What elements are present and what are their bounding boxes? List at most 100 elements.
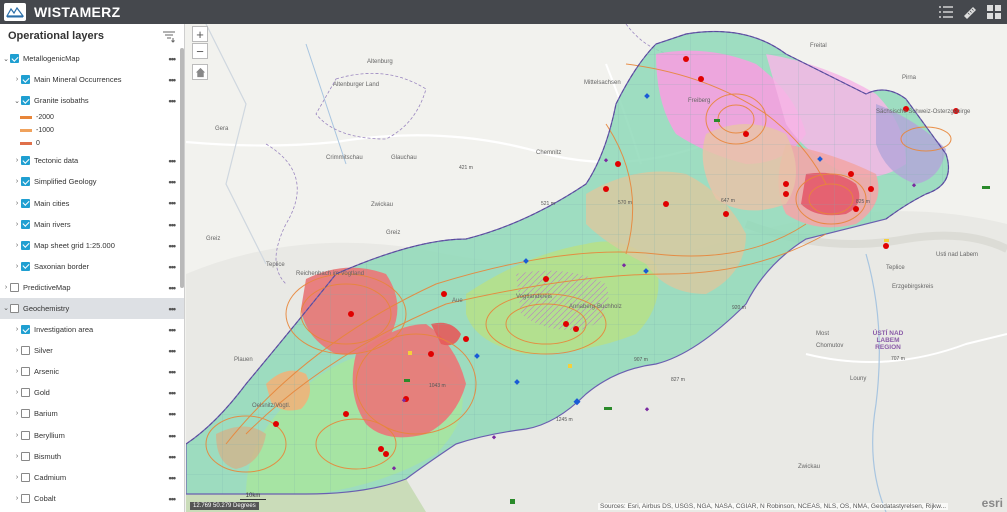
layer-options-icon[interactable]: ••• — [169, 473, 177, 483]
layer-row[interactable]: › Map sheet grid 1:25.000 ••• — [0, 235, 184, 256]
layer-options-icon[interactable]: ••• — [169, 452, 177, 462]
layer-options-icon[interactable]: ••• — [169, 262, 177, 272]
panel-scrollbar[interactable] — [180, 48, 184, 288]
layer-visibility-checkbox[interactable] — [10, 303, 19, 313]
layer-visibility-checkbox[interactable] — [21, 240, 30, 250]
layer-options-icon[interactable]: ••• — [169, 409, 177, 419]
chevron-right-icon[interactable]: › — [13, 368, 21, 375]
layer-row[interactable]: › Bismuth ••• — [0, 446, 184, 467]
layer-options-icon[interactable]: ••• — [169, 177, 177, 187]
chevron-right-icon[interactable]: › — [13, 432, 21, 439]
layer-options-icon[interactable]: ••• — [169, 75, 177, 85]
chevron-right-icon[interactable]: › — [13, 200, 21, 207]
layer-visibility-checkbox[interactable] — [21, 346, 30, 356]
chevron-right-icon[interactable]: › — [13, 221, 21, 228]
chevron-right-icon[interactable]: › — [13, 178, 21, 185]
layer-visibility-checkbox[interactable] — [21, 261, 30, 271]
chevron-right-icon[interactable]: › — [13, 263, 21, 270]
chevron-down-icon[interactable]: ⌄ — [2, 304, 10, 312]
layer-row[interactable]: › Investigation area ••• — [0, 319, 184, 340]
layer-row[interactable]: › Gold ••• — [0, 382, 184, 403]
layer-label: Gold — [34, 388, 50, 398]
layer-options-icon[interactable]: ••• — [169, 431, 177, 441]
layer-options-icon[interactable]: ••• — [169, 494, 177, 504]
chevron-right-icon[interactable]: › — [13, 157, 21, 164]
layer-visibility-checkbox[interactable] — [21, 430, 30, 440]
chevron-right-icon[interactable]: › — [13, 495, 21, 502]
layer-row[interactable]: ⌄ Geochemistry ••• — [0, 297, 184, 320]
chevron-right-icon[interactable]: › — [13, 326, 21, 333]
layer-visibility-checkbox[interactable] — [21, 156, 30, 166]
elevation-label: 707 m — [891, 356, 905, 362]
place-label: Reichenbach im Vogtland — [296, 271, 365, 277]
layer-visibility-checkbox[interactable] — [21, 96, 30, 106]
filter-icon[interactable] — [162, 29, 176, 43]
layer-visibility-checkbox[interactable] — [10, 282, 19, 292]
layer-row[interactable]: › Main cities ••• — [0, 192, 184, 213]
home-button[interactable] — [192, 64, 208, 80]
layer-visibility-checkbox[interactable] — [21, 325, 30, 335]
layer-visibility-checkbox[interactable] — [21, 493, 30, 503]
chevron-right-icon[interactable]: › — [13, 389, 21, 396]
chevron-down-icon[interactable]: ⌄ — [13, 97, 21, 105]
layer-row[interactable]: › Cadmium ••• — [0, 467, 184, 488]
elevation-label: 825 m — [856, 199, 870, 205]
layer-label: Simplified Geology — [34, 177, 97, 187]
layer-options-icon[interactable]: ••• — [169, 367, 177, 377]
layer-label: Cobalt — [34, 493, 56, 503]
layer-row[interactable]: › Beryllium ••• — [0, 425, 184, 446]
place-label: Usti nad Labem — [936, 252, 979, 258]
layer-row[interactable]: › Tectonic data ••• — [0, 150, 184, 171]
layer-row[interactable]: › Main Mineral Occurrences ••• — [0, 69, 184, 90]
chevron-right-icon[interactable]: › — [13, 76, 21, 83]
layer-visibility-checkbox[interactable] — [10, 54, 19, 64]
layer-options-icon[interactable]: ••• — [169, 346, 177, 356]
layer-options-icon[interactable]: ••• — [169, 198, 177, 208]
layer-visibility-checkbox[interactable] — [21, 409, 30, 419]
layer-row[interactable]: › PredictiveMap ••• — [0, 277, 184, 298]
map-view[interactable]: + − Freital Pirna Altenburg Altenburger Lan… — [186, 24, 1007, 512]
chevron-right-icon[interactable]: › — [13, 410, 21, 417]
chevron-right-icon[interactable]: › — [13, 242, 21, 249]
layer-visibility-checkbox[interactable] — [21, 198, 30, 208]
app-root: WISTAMERZ Operational layers ⌄ Metallogen… — [0, 0, 1007, 512]
measure-icon[interactable] — [961, 3, 979, 21]
zoom-in-button[interactable]: + — [192, 26, 208, 42]
layer-row[interactable]: › Cobalt ••• — [0, 488, 184, 509]
layer-visibility-checkbox[interactable] — [21, 388, 30, 398]
layer-visibility-checkbox[interactable] — [21, 177, 30, 187]
layer-options-icon[interactable]: ••• — [169, 241, 177, 251]
layer-visibility-checkbox[interactable] — [21, 75, 30, 85]
layer-row[interactable]: ⌄ MetallogenicMap ••• — [0, 48, 184, 69]
layer-options-icon[interactable]: ••• — [169, 388, 177, 398]
layer-row[interactable]: › Simplified Geology ••• — [0, 171, 184, 192]
chevron-right-icon[interactable]: › — [13, 453, 21, 460]
layer-row[interactable]: ⌄ Granite isobaths ••• — [0, 90, 184, 111]
layer-options-icon[interactable]: ••• — [169, 283, 177, 293]
layer-row[interactable]: › Silver ••• — [0, 340, 184, 361]
layer-row[interactable]: › Arsenic ••• — [0, 361, 184, 382]
layer-list-icon[interactable] — [937, 3, 955, 21]
layer-visibility-checkbox[interactable] — [21, 367, 30, 377]
app-grid-icon[interactable] — [985, 3, 1003, 21]
layer-options-icon[interactable]: ••• — [169, 156, 177, 166]
layer-visibility-checkbox[interactable] — [21, 219, 30, 229]
layer-options-icon[interactable]: ••• — [169, 325, 177, 335]
layer-row[interactable]: › Saxonian border ••• — [0, 256, 184, 277]
place-label: Greiz — [206, 236, 221, 242]
layer-options-icon[interactable]: ••• — [169, 96, 177, 106]
layer-row[interactable]: › Main rivers ••• — [0, 214, 184, 235]
layer-options-icon[interactable]: ••• — [169, 304, 177, 314]
chevron-right-icon[interactable]: › — [13, 347, 21, 354]
zoom-out-button[interactable]: − — [192, 43, 208, 59]
layer-visibility-checkbox[interactable] — [21, 451, 30, 461]
chevron-right-icon[interactable]: › — [13, 474, 21, 481]
layer-options-icon[interactable]: ••• — [169, 54, 177, 64]
layer-options-icon[interactable]: ••• — [169, 220, 177, 230]
place-label: Mittelsachsen — [584, 80, 621, 86]
layer-visibility-checkbox[interactable] — [21, 472, 30, 482]
layer-row[interactable]: › Barium ••• — [0, 403, 184, 424]
elevation-label: 421 m — [459, 165, 473, 171]
chevron-right-icon[interactable]: › — [2, 284, 10, 291]
chevron-down-icon[interactable]: ⌄ — [2, 55, 10, 63]
